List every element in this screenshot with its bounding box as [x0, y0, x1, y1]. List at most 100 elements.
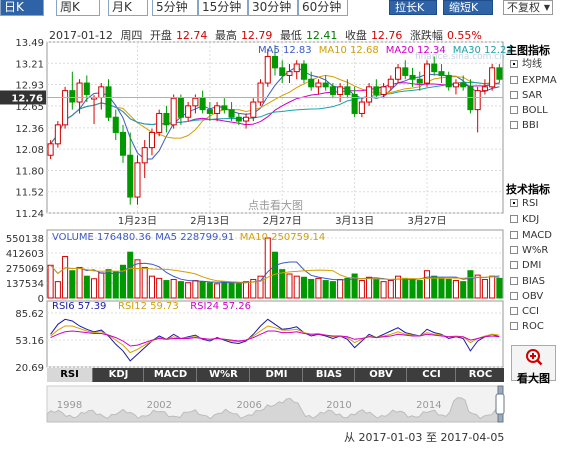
tech-indicator-rsi[interactable]: RSI	[510, 197, 538, 210]
tech-indicator-bias[interactable]: BIAS	[510, 275, 545, 288]
tech-indicator-dmi[interactable]: DMI	[510, 259, 541, 272]
tab-roc[interactable]: ROC	[457, 368, 504, 382]
tab-kdj[interactable]: KDJ	[94, 368, 144, 382]
tab-daily-k[interactable]: 日K	[0, 0, 44, 16]
volume-bar	[358, 280, 365, 299]
ma-legend-item: MA5 12.83	[258, 45, 312, 56]
tech-indicator-roc[interactable]: ROC	[510, 320, 544, 333]
adjust-select-value: 不复权	[507, 1, 540, 14]
candle-x-tick-label: 3月27日	[407, 215, 446, 227]
checkbox-icon	[510, 261, 518, 269]
tab-bias[interactable]: BIAS	[304, 368, 355, 382]
candle-y-tick-label: 11.52	[15, 188, 44, 199]
tech-indicator-label: W%R	[522, 245, 549, 256]
close-value: 12.76	[370, 29, 403, 42]
main-indicator-sar[interactable]: SAR	[510, 89, 542, 102]
candle-body	[286, 71, 293, 76]
period-tabs: 日K 周K 月K 5分钟 15分钟 30分钟 60分钟 拉长K线 缩短K线 不复…	[0, 0, 572, 28]
tab-5min[interactable]: 5分钟	[152, 0, 198, 16]
main-indicator-expma[interactable]: EXPMA	[510, 74, 557, 87]
checkbox-icon	[510, 277, 518, 285]
checkbox-icon	[510, 121, 518, 129]
volume-bar	[105, 269, 112, 299]
low-value: 12.41	[305, 29, 338, 42]
candle-body	[257, 82, 264, 103]
tech-indicator-kdj[interactable]: KDJ	[510, 213, 539, 226]
candle-body	[423, 63, 431, 84]
volume-ma10-line	[50, 264, 500, 283]
main-indicator-title: 主图指标	[506, 44, 550, 57]
tab-cci[interactable]: CCI	[408, 368, 456, 382]
candle-body	[127, 154, 134, 198]
rsi-y-tick-label: 85.62	[15, 309, 44, 320]
rsi-legend-item: RSI6 57.39	[52, 301, 106, 312]
tab-dmi[interactable]: DMI	[251, 368, 303, 382]
tech-indicator-wr[interactable]: W%R	[510, 244, 548, 257]
volume-bar	[474, 274, 481, 299]
volume-bar	[250, 278, 257, 299]
tab-obv[interactable]: OBV	[356, 368, 407, 382]
volume-bar	[496, 277, 503, 299]
volume-bar	[127, 251, 134, 299]
tech-indicator-macd[interactable]: MACD	[510, 229, 552, 242]
current-price-tag	[0, 90, 46, 105]
volume-bar	[83, 275, 90, 299]
tab-15min[interactable]: 15分钟	[198, 0, 248, 16]
overview-selection	[497, 385, 504, 423]
candle-x-tick-label: 2月27日	[263, 215, 302, 227]
main-indicator-ma[interactable]: 均线	[510, 58, 542, 71]
tech-indicator-cci[interactable]: CCI	[510, 305, 539, 318]
candle-body	[300, 63, 307, 80]
candle-body	[170, 97, 177, 126]
volume-bar	[206, 282, 213, 299]
volume-bar	[481, 278, 488, 299]
current-price-label: 12.76	[11, 93, 43, 104]
candle-body	[112, 116, 119, 133]
checkbox-icon	[510, 106, 518, 114]
candle-body	[452, 82, 459, 88]
tech-indicator-label: DMI	[522, 260, 542, 271]
tab-weekly-k[interactable]: 周K	[56, 0, 100, 16]
tab-rsi[interactable]: RSI	[47, 368, 93, 382]
candle-y-tick-label: 11.24	[15, 209, 44, 220]
volume-bar	[445, 278, 452, 299]
main-indicator-label: SAR	[522, 90, 543, 101]
main-indicator-bbi[interactable]: BBI	[510, 119, 539, 132]
candle-body	[344, 86, 351, 95]
from-date: 2017-01-03	[358, 431, 423, 444]
rsi-y-tick-label: 20.69	[15, 363, 44, 374]
tab-macd[interactable]: MACD	[145, 368, 197, 382]
volume-bar	[329, 281, 336, 299]
main-indicator-label: 均线	[522, 59, 542, 70]
volume-bar	[69, 270, 76, 299]
main-indicator-boll[interactable]: BOLL	[510, 104, 548, 117]
candle-body	[69, 90, 76, 103]
volume-bar	[423, 270, 431, 299]
tech-indicator-obv[interactable]: OBV	[510, 290, 543, 303]
candle-body	[192, 97, 199, 107]
candle-body	[221, 105, 228, 111]
view-large-button[interactable]: 看大图	[511, 345, 556, 385]
adjust-select[interactable]: 不复权 ▼	[503, 0, 553, 15]
candle-body	[264, 55, 271, 84]
low-label: 最低	[279, 29, 302, 42]
tab-wr[interactable]: W%R	[198, 368, 250, 382]
tab-60min[interactable]: 60分钟	[298, 0, 348, 16]
volume-bar	[221, 281, 228, 299]
zoom-icon	[525, 349, 542, 366]
candle-body	[271, 55, 279, 69]
stretch-kline-button[interactable]: 拉长K线	[389, 0, 437, 28]
overview-area	[46, 397, 504, 423]
candle-body	[409, 74, 416, 80]
candle-body	[250, 101, 257, 118]
candle-body	[496, 67, 503, 80]
ma-line-ma30	[50, 81, 500, 145]
tab-monthly-k[interactable]: 月K	[108, 0, 148, 16]
candle-body	[62, 90, 69, 126]
candle-body	[366, 86, 373, 103]
shrink-kline-button[interactable]: 缩短K线	[443, 0, 493, 28]
high-label: 最高	[214, 29, 237, 42]
candle-body	[119, 131, 127, 156]
volume-legend-item: VOLUME 176480.36	[52, 232, 151, 243]
tab-30min[interactable]: 30分钟	[248, 0, 298, 16]
